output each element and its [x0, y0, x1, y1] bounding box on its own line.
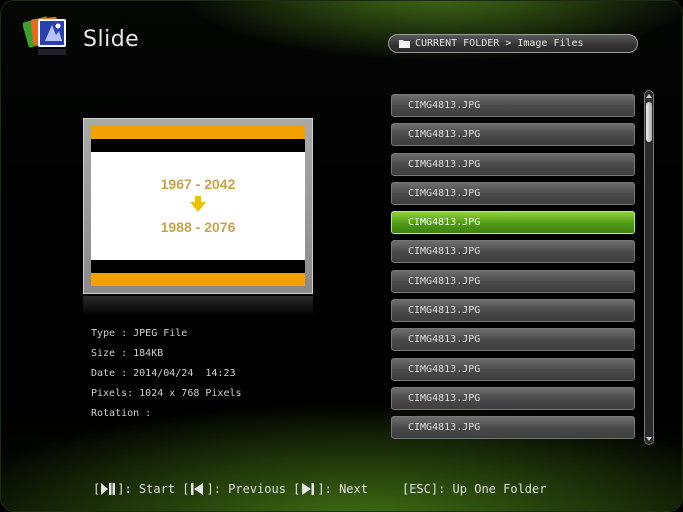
- skip-next-key-icon: [302, 483, 315, 495]
- file-list-item[interactable]: CIMG4813.JPG: [391, 416, 635, 440]
- file-info-panel: Type : JPEG File Size : 184KB Date : 201…: [91, 328, 242, 428]
- file-list: CIMG4813.JPG CIMG4813.JPG CIMG4813.JPG C…: [391, 94, 636, 446]
- file-list-item[interactable]: CIMG4813.JPG: [391, 328, 635, 352]
- play-pause-key-icon: [101, 483, 116, 495]
- info-type: Type : JPEG File: [91, 328, 188, 339]
- file-list-item[interactable]: CIMG4813.JPG: [391, 181, 635, 205]
- info-date: Date : 2014/04/24 14:23: [91, 368, 236, 379]
- folder-path: CURRENT FOLDER > Image Files: [415, 38, 584, 49]
- next-hint: ]: Next: [317, 482, 368, 496]
- preview-black-strip-bottom: [91, 260, 305, 273]
- preview-text-bottom: 1988 - 2076: [160, 219, 236, 235]
- scroll-up-arrow-icon[interactable]: [646, 94, 652, 98]
- image-preview: 1967 - 2042 1988 - 2076: [83, 118, 313, 294]
- current-folder-bar: CURRENT FOLDER > Image Files: [388, 34, 638, 53]
- preview-black-strip-top: [91, 139, 305, 152]
- preview-image: 1967 - 2042 1988 - 2076: [91, 126, 305, 286]
- preview-reflection: [83, 296, 313, 316]
- esc-hint: [ESC]: Up One Folder: [401, 482, 547, 496]
- photo-stack-icon: [23, 16, 66, 55]
- preview-orange-strip-bottom: [91, 273, 305, 286]
- info-pixels: Pixels: 1024 x 768 Pixels: [91, 388, 242, 399]
- previous-hint: ]: Previous [: [206, 482, 301, 496]
- file-list-item-selected[interactable]: CIMG4813.JPG: [391, 211, 635, 235]
- file-list-item[interactable]: CIMG4813.JPG: [391, 269, 635, 293]
- preview-orange-strip-top: [91, 126, 305, 139]
- scrollbar-thumb[interactable]: [646, 101, 652, 142]
- file-list-item[interactable]: CIMG4813.JPG: [391, 386, 635, 410]
- app-window: Slide CURRENT FOLDER > Image Files 1967 …: [0, 0, 683, 512]
- file-list-item[interactable]: CIMG4813.JPG: [391, 123, 635, 147]
- file-list-item[interactable]: CIMG4813.JPG: [391, 299, 635, 323]
- file-list-item[interactable]: CIMG4813.JPG: [391, 94, 635, 117]
- bracket-open: [: [93, 482, 101, 496]
- start-hint: ]: Start [: [117, 482, 190, 496]
- file-list-item[interactable]: CIMG4813.JPG: [391, 240, 635, 264]
- folder-icon: [399, 40, 410, 48]
- info-size: Size : 184KB: [91, 348, 164, 359]
- app-title: Slide: [83, 27, 140, 52]
- skip-previous-key-icon: [191, 483, 204, 495]
- file-list-item[interactable]: CIMG4813.JPG: [391, 357, 635, 381]
- info-rotation: Rotation :: [91, 408, 152, 419]
- scroll-down-arrow-icon[interactable]: [646, 437, 652, 441]
- file-list-scrollbar[interactable]: [644, 90, 654, 445]
- key-hints-bar: [ ]: Start [ ]: Previous [ ]: Next [ESC]…: [93, 482, 546, 496]
- preview-arrow-down-icon: [190, 202, 206, 212]
- file-list-item[interactable]: CIMG4813.JPG: [391, 152, 635, 176]
- preview-text-top: 1967 - 2042: [160, 176, 236, 192]
